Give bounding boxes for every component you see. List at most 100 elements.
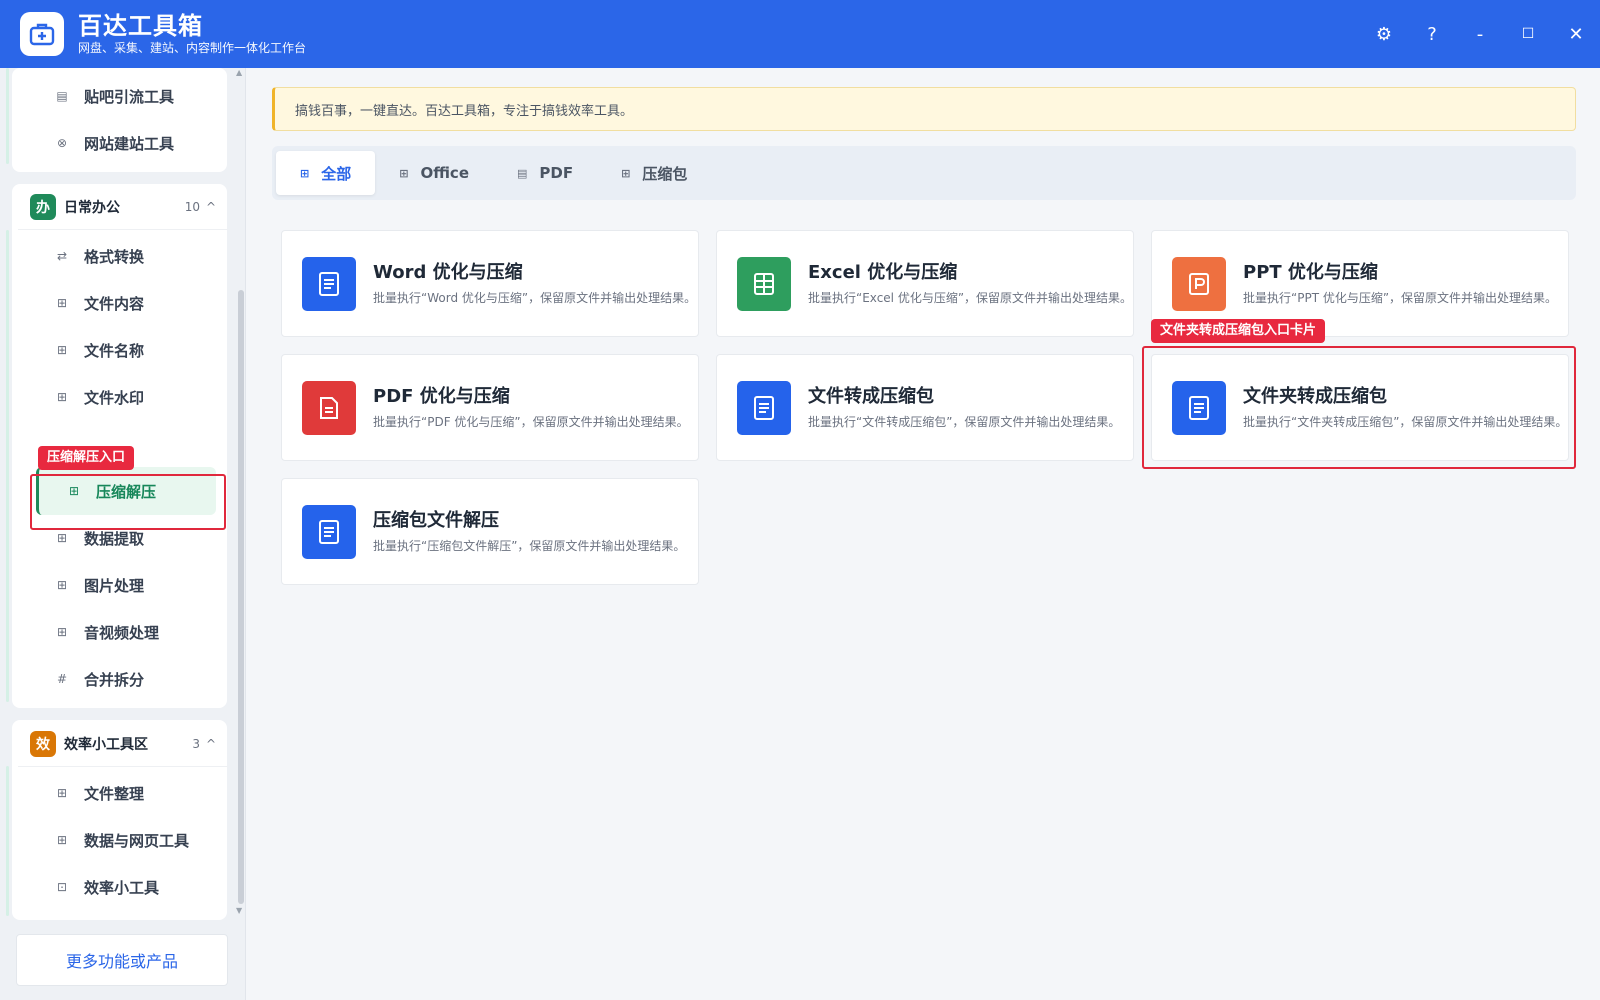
- sidebar-item-label: 数据提取: [84, 529, 145, 548]
- document-icon: [302, 504, 356, 559]
- minimize-button[interactable]: -: [1456, 0, 1504, 68]
- gear-icon: ⚙: [1375, 23, 1393, 45]
- toolbox-logo-icon: [20, 12, 64, 56]
- grid-icon: ⊞: [56, 786, 68, 800]
- pdf-icon: [302, 380, 356, 435]
- category-tabs: ⊞ 全部 ⊞ Office ▤ PDF ⊞ 压缩包: [272, 146, 1576, 200]
- card-description: 批量执行“PDF 优化与压缩”，保留原文件并输出处理结果。: [373, 415, 689, 429]
- more-products-button[interactable]: 更多功能或产品: [16, 934, 228, 986]
- notice-bar: 搞钱百事，一键直达。百达工具箱，专注于搞钱效率工具。: [272, 87, 1576, 131]
- grid-icon: ⊞: [56, 390, 68, 404]
- group-header-daily-office[interactable]: 办 日常办公 10 ^: [18, 184, 228, 230]
- sidebar: ▤ 贴吧引流工具 ⊗ 网站建站工具 办 日常办公 10 ^ ⇄ 格式转换 ⊞ 文…: [0, 68, 246, 1000]
- grid-icon: ⊞: [56, 578, 68, 592]
- tool-card-pdf[interactable]: PDF 优化与压缩 批量执行“PDF 优化与压缩”，保留原文件并输出处理结果。: [281, 354, 699, 461]
- maximize-button[interactable]: ☐: [1504, 0, 1552, 68]
- tool-card-archive-extract[interactable]: 压缩包文件解压 批量执行“压缩包文件解压”，保留原文件并输出处理结果。: [281, 478, 699, 585]
- scroll-down-arrow-icon[interactable]: ▼: [236, 906, 242, 915]
- card-title: Word 优化与压缩: [373, 262, 523, 283]
- chevron-up-icon: ^: [205, 199, 216, 214]
- grid-icon: ⊞: [56, 833, 68, 847]
- sidebar-item-efficiency-tools[interactable]: ⊡ 效率小工具: [24, 863, 220, 911]
- group-accent-line: [6, 230, 9, 702]
- card-title: PPT 优化与压缩: [1243, 262, 1378, 283]
- sidebar-item-file-watermark[interactable]: ⊞ 文件水印: [24, 373, 220, 421]
- sidebar-scrollbar-thumb[interactable]: [238, 290, 244, 904]
- card-description: 批量执行“Excel 优化与压缩”，保留原文件并输出处理结果。: [808, 291, 1133, 305]
- presentation-icon: [1172, 256, 1226, 311]
- sidebar-item-image-process[interactable]: ⊞ 图片处理: [24, 561, 220, 609]
- sidebar-item-label: 文件水印: [84, 388, 145, 407]
- group-title: 日常办公: [64, 199, 120, 216]
- tab-office[interactable]: ⊞ Office: [375, 151, 493, 195]
- document-icon: [737, 380, 791, 435]
- tab-archive[interactable]: ⊞ 压缩包: [597, 151, 711, 195]
- sidebar-item-website-tool[interactable]: ⊗ 网站建站工具: [24, 119, 220, 167]
- settings-button[interactable]: ⚙: [1360, 0, 1408, 68]
- help-icon: ?: [1427, 23, 1437, 45]
- grid-icon: ⊞: [56, 343, 68, 357]
- sidebar-item-file-organize[interactable]: ⊞ 文件整理: [24, 769, 220, 817]
- group-accent-line: [6, 68, 9, 164]
- grid-icon: ⊞: [56, 625, 68, 639]
- close-icon: ✕: [1568, 23, 1584, 45]
- card-description: 批量执行“Word 优化与压缩”，保留原文件并输出处理结果。: [373, 291, 697, 305]
- tab-label: Office: [420, 164, 469, 182]
- tab-pdf[interactable]: ▤ PDF: [493, 151, 597, 195]
- scroll-up-arrow-icon[interactable]: ▲: [236, 68, 242, 77]
- box-icon: ⊡: [56, 880, 68, 894]
- help-button[interactable]: ?: [1408, 0, 1456, 68]
- close-button[interactable]: ✕: [1552, 0, 1600, 68]
- sidebar-item-label: 音视频处理: [84, 623, 160, 642]
- doc-icon: ▤: [56, 89, 68, 103]
- folder-archive-card-callout: 文件夹转成压缩包入口卡片: [1151, 319, 1326, 343]
- grid-icon: ⊞: [399, 166, 409, 180]
- compress-entry-highlight: [30, 474, 226, 530]
- compress-entry-callout: 压缩解压入口: [38, 446, 135, 470]
- group-count: 10: [184, 199, 200, 214]
- card-title: Excel 优化与压缩: [808, 262, 958, 283]
- card-title: 文件转成压缩包: [808, 386, 934, 407]
- sidebar-item-merge-split[interactable]: # 合并拆分: [24, 655, 220, 703]
- app-title: 百达工具箱: [78, 12, 203, 40]
- sidebar-item-file-name[interactable]: ⊞ 文件名称: [24, 326, 220, 374]
- sidebar-item-label: 文件名称: [84, 341, 145, 360]
- sidebar-item-label: 文件整理: [84, 784, 145, 803]
- grid-icon: ⊞: [621, 166, 631, 180]
- sidebar-item-label: 网站建站工具: [84, 134, 175, 153]
- sidebar-item-tieba-tool[interactable]: ▤ 贴吧引流工具: [24, 72, 220, 120]
- sidebar-item-format-convert[interactable]: ⇄ 格式转换: [24, 232, 220, 280]
- card-title: 压缩包文件解压: [373, 510, 499, 531]
- title-bar: 百达工具箱 网盘、采集、建站、内容制作一体化工作台 ⚙ ? - ☐ ✕: [0, 0, 1600, 68]
- sidebar-item-label: 贴吧引流工具: [84, 87, 175, 106]
- tool-card-word[interactable]: Word 优化与压缩 批量执行“Word 优化与压缩”，保留原文件并输出处理结果…: [281, 230, 699, 337]
- card-title: PDF 优化与压缩: [373, 386, 510, 407]
- document-icon: [302, 256, 356, 311]
- app-subtitle: 网盘、采集、建站、内容制作一体化工作台: [78, 41, 307, 55]
- sidebar-item-label: 文件内容: [84, 294, 145, 313]
- tab-label: 全部: [321, 164, 352, 183]
- doc-icon: ▤: [517, 166, 528, 180]
- tab-all[interactable]: ⊞ 全部: [276, 151, 376, 195]
- sidebar-item-data-web-tools[interactable]: ⊞ 数据与网页工具: [24, 816, 220, 864]
- tool-card-file-to-archive[interactable]: 文件转成压缩包 批量执行“文件转成压缩包”，保留原文件并输出处理结果。: [716, 354, 1134, 461]
- folder-archive-card-highlight: [1142, 346, 1576, 469]
- grid-icon: ⊞: [56, 296, 68, 310]
- sidebar-item-label: 合并拆分: [84, 670, 145, 689]
- swap-icon: ⇄: [56, 249, 68, 263]
- sidebar-item-audio-video[interactable]: ⊞ 音视频处理: [24, 608, 220, 656]
- group-badge: 办: [30, 193, 56, 220]
- group-count: 3: [192, 736, 200, 751]
- grid-icon: ⊞: [56, 531, 68, 545]
- card-description: 批量执行“压缩包文件解压”，保留原文件并输出处理结果。: [373, 539, 686, 553]
- table-icon: [737, 256, 791, 311]
- sidebar-item-label: 图片处理: [84, 576, 145, 595]
- sidebar-item-label: 效率小工具: [84, 878, 160, 897]
- group-badge: 效: [30, 730, 56, 757]
- sidebar-item-file-content[interactable]: ⊞ 文件内容: [24, 279, 220, 327]
- tab-label: 压缩包: [642, 164, 688, 183]
- group-header-efficiency[interactable]: 效 效率小工具区 3 ^: [18, 721, 228, 767]
- tab-label: PDF: [539, 164, 574, 182]
- grid-icon: ⊞: [300, 166, 310, 180]
- tool-card-excel[interactable]: Excel 优化与压缩 批量执行“Excel 优化与压缩”，保留原文件并输出处理…: [716, 230, 1134, 337]
